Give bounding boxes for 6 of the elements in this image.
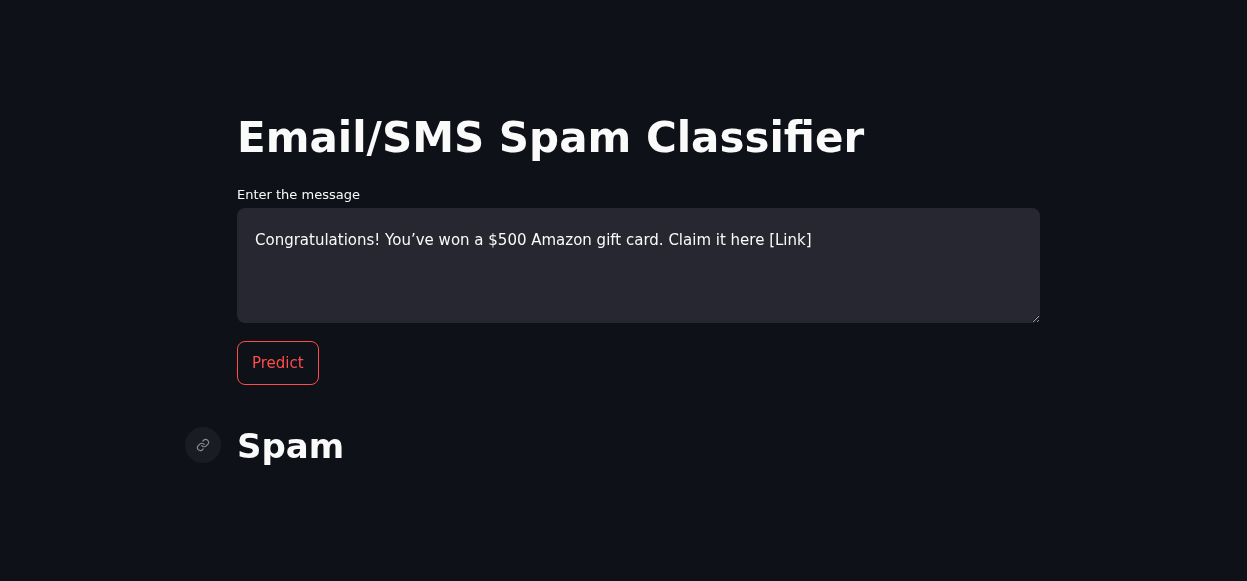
field-label: Enter the message	[237, 186, 360, 204]
predict-button[interactable]: Predict	[237, 341, 319, 385]
result-heading: Spam	[237, 425, 345, 468]
message-field[interactable]: Congratulations! You’ve won a $500 Amazon gift card. Claim it here [Link]	[237, 208, 1040, 323]
link-icon[interactable]	[185, 427, 221, 463]
page-title: Email/SMS Spam Classifier	[237, 112, 865, 164]
